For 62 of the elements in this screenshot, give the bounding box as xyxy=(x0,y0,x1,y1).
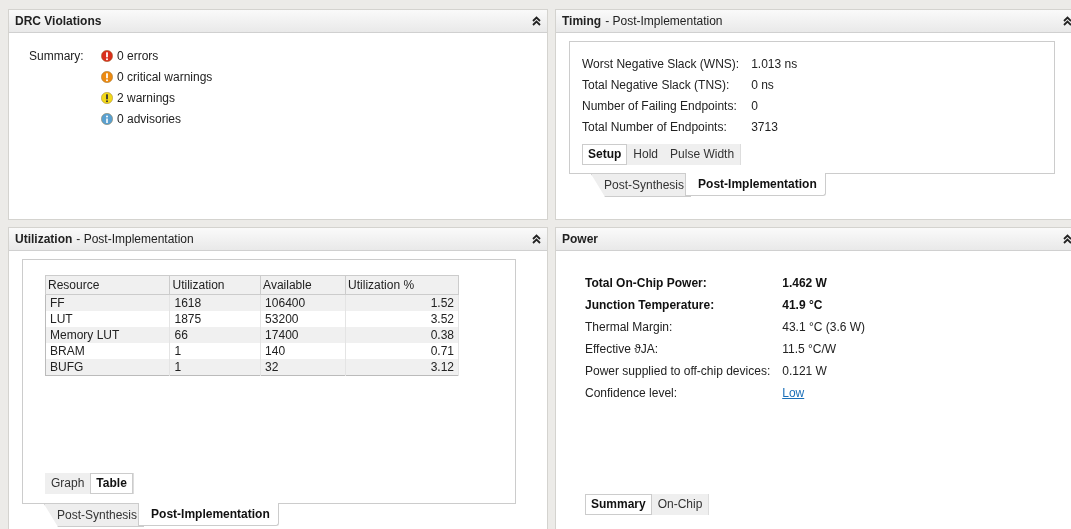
field-value: 1.462 W xyxy=(782,276,828,290)
field-value: 0 ns xyxy=(751,78,775,92)
view-tab[interactable]: Table xyxy=(90,473,133,494)
view-tab[interactable]: Graph xyxy=(45,473,91,494)
table-cell: 66 xyxy=(170,327,261,343)
stage-tab[interactable]: Post-Implementation xyxy=(138,503,279,526)
field-label: Junction Temperature: xyxy=(585,298,716,312)
field-label: Worst Negative Slack (WNS): xyxy=(582,57,740,71)
panel-subtitle: - Post-Implementation xyxy=(605,14,723,28)
table-cell: 32 xyxy=(260,359,346,376)
violation-count: 0 errors xyxy=(117,49,159,63)
field-value: 41.9 °C xyxy=(782,298,824,312)
field-label: Total On-Chip Power: xyxy=(585,276,708,290)
table-cell: 3.12 xyxy=(345,359,459,376)
collapse-icon[interactable] xyxy=(532,234,541,244)
table-cell: 17400 xyxy=(260,327,346,343)
field-value: 1.013 ns xyxy=(751,57,798,71)
field-label: Total Negative Slack (TNS): xyxy=(582,78,731,92)
view-tab[interactable]: Setup xyxy=(582,144,628,165)
violation-count: 2 warnings xyxy=(117,91,176,105)
warning-icon xyxy=(101,71,113,83)
violation-count: 0 advisories xyxy=(117,112,182,126)
view-tab[interactable]: Summary xyxy=(585,494,652,515)
collapse-icon[interactable] xyxy=(532,16,541,26)
field-value: 11.5 °C/W xyxy=(782,342,838,356)
field-label: Total Number of Endpoints: xyxy=(582,120,728,134)
field-label: Effective ϑJA: xyxy=(585,342,660,356)
column-header[interactable]: Utilization % xyxy=(345,275,459,295)
view-tab[interactable]: On-Chip xyxy=(651,494,709,515)
table-cell: 0.38 xyxy=(345,327,459,343)
stage-tab[interactable]: Post-Synthesis xyxy=(591,174,692,197)
info-icon xyxy=(101,113,113,125)
collapse-icon[interactable] xyxy=(1063,234,1071,244)
panel-title: Power xyxy=(562,232,598,246)
collapse-icon[interactable] xyxy=(1063,16,1071,26)
panel-title: Utilization xyxy=(15,232,73,246)
field-label: Thermal Margin: xyxy=(585,320,674,334)
stage-tab[interactable]: Post-Synthesis xyxy=(44,504,145,527)
panel-title: DRC Violations xyxy=(15,14,102,28)
field-value: 0.121 W xyxy=(782,364,828,378)
summary-label: Summary: xyxy=(29,49,85,63)
field-value: 43.1 °C (3.6 W) xyxy=(782,320,866,334)
warning-icon xyxy=(101,50,113,62)
stage-tab[interactable]: Post-Implementation xyxy=(685,173,826,196)
warning-icon xyxy=(101,92,113,104)
column-header[interactable]: Available xyxy=(260,275,346,295)
table-cell: 1 xyxy=(170,359,261,376)
field-label: Power supplied to off-chip devices: xyxy=(585,364,771,378)
field-value: 0 xyxy=(751,99,759,113)
panel-subtitle: - Post-Implementation xyxy=(76,232,194,246)
violation-count: 0 critical warnings xyxy=(117,70,213,84)
field-label: Confidence level: xyxy=(585,386,679,400)
table-cell: Memory LUT xyxy=(45,327,170,343)
panel-title: Timing xyxy=(562,14,602,28)
confidence-link[interactable]: Low xyxy=(782,386,805,400)
view-tab[interactable]: Pulse Width xyxy=(664,144,741,165)
field-label: Number of Failing Endpoints: xyxy=(582,99,738,113)
table-cell: BUFG xyxy=(45,359,170,376)
field-value: 3713 xyxy=(751,120,779,134)
column-header[interactable]: Utilization xyxy=(170,275,261,295)
column-header[interactable]: Resource xyxy=(45,275,170,295)
view-tab[interactable]: Hold xyxy=(627,144,665,165)
